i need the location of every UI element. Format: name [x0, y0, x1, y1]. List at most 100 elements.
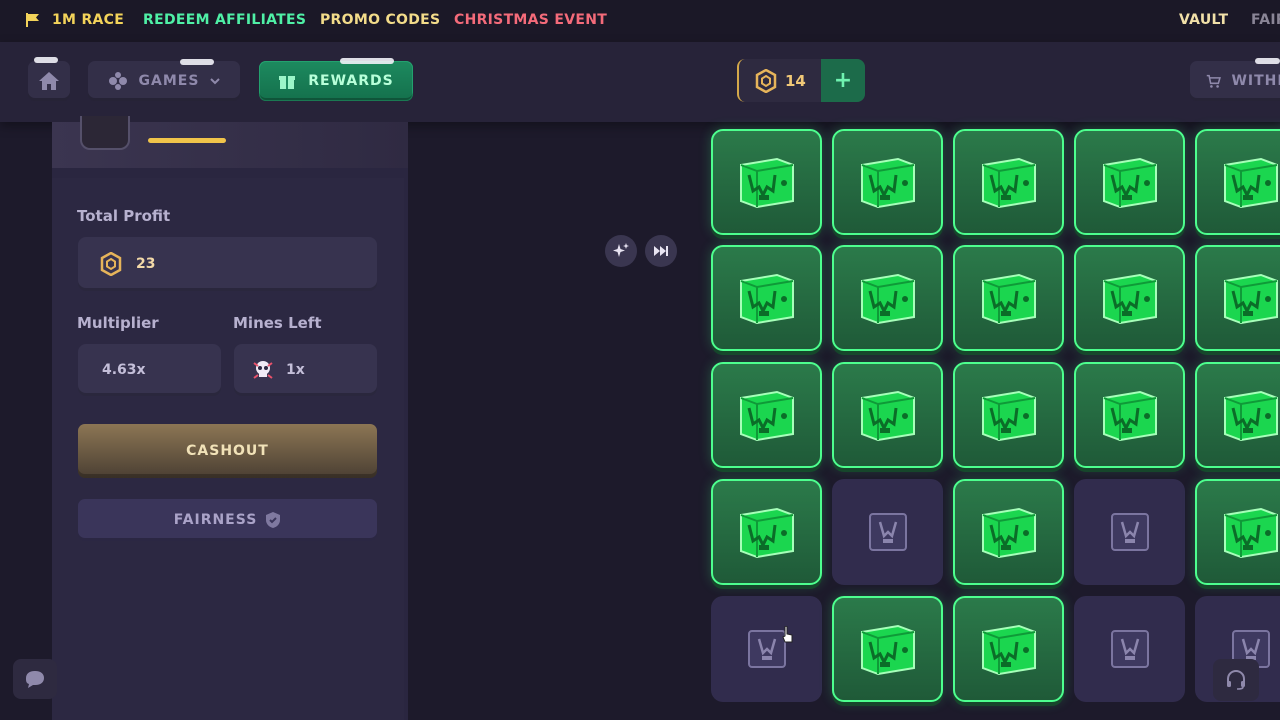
grid-tile-gem[interactable] — [953, 362, 1064, 468]
grid-tile-empty[interactable] — [711, 596, 822, 702]
gem-box-icon — [1223, 273, 1278, 325]
chat-icon — [26, 671, 44, 688]
gem-box-icon — [860, 273, 915, 325]
gem-box-icon — [860, 157, 915, 209]
gem-box-icon — [739, 390, 794, 442]
gamepad-icon — [108, 72, 127, 90]
grid-tile-gem[interactable] — [953, 596, 1064, 702]
christmas-event-link[interactable]: CHRISTMAS EVENT — [454, 12, 607, 28]
home-icon — [39, 72, 59, 90]
flag-icon — [26, 13, 39, 27]
rewards-button[interactable]: REWARDS — [259, 61, 413, 101]
grid-tile-gem[interactable] — [953, 479, 1064, 585]
balance-value: 14 — [785, 71, 806, 90]
grid-tile-gem[interactable] — [1195, 129, 1280, 235]
deposit-plus-button[interactable]: + — [821, 59, 865, 102]
skull-icon — [253, 361, 273, 379]
fair-link[interactable]: FAIR — [1251, 12, 1280, 28]
gem-box-icon — [981, 273, 1036, 325]
mouse-cursor — [782, 626, 793, 643]
grid-tile-gem[interactable] — [832, 362, 943, 468]
avatar — [80, 116, 130, 150]
gem-box-icon — [1223, 157, 1278, 209]
chevron-down-icon — [210, 78, 221, 85]
cashout-label: CASHOUT — [186, 443, 269, 459]
gem-box-icon — [739, 273, 794, 325]
grid-tile-gem[interactable] — [953, 245, 1064, 351]
fast-mode-button[interactable] — [645, 235, 677, 267]
grid-tile-gem[interactable] — [953, 129, 1064, 235]
vault-link[interactable]: VAULT — [1179, 12, 1228, 28]
gem-box-icon — [981, 624, 1036, 676]
animation-toggle-button[interactable] — [605, 235, 637, 267]
grid-tile-empty[interactable] — [1074, 596, 1185, 702]
promo-codes-link[interactable]: PROMO CODES — [320, 12, 440, 28]
gem-box-icon — [1102, 390, 1157, 442]
grid-tile-gem[interactable] — [711, 479, 822, 585]
grid-tile-gem[interactable] — [1195, 479, 1280, 585]
grid-tile-gem[interactable] — [711, 362, 822, 468]
gem-box-icon — [860, 390, 915, 442]
coin-icon — [755, 68, 777, 93]
empty-box-icon — [868, 513, 907, 551]
cart-icon — [1206, 74, 1221, 88]
gem-box-icon — [1102, 157, 1157, 209]
empty-box-icon — [1110, 513, 1149, 551]
balance-display: 14 + — [737, 59, 865, 102]
grid-tile-gem[interactable] — [832, 596, 943, 702]
total-profit-value: 23 — [136, 256, 156, 272]
plus-icon: + — [833, 68, 853, 93]
nav-bar: GAMES REWARDS WITHD — [0, 42, 1280, 122]
grid-tile-gem[interactable] — [711, 129, 822, 235]
coin-icon — [100, 252, 122, 276]
grid-tile-gem[interactable] — [1195, 245, 1280, 351]
gem-box-icon — [981, 390, 1036, 442]
support-button[interactable] — [1213, 659, 1259, 701]
race-link[interactable]: 1M RACE — [52, 12, 124, 28]
grid-tile-empty[interactable] — [1074, 479, 1185, 585]
mines-left-value: 1x — [286, 362, 305, 378]
grid-tile-gem[interactable] — [832, 245, 943, 351]
redeem-affiliates-link[interactable]: REDEEM AFFILIATES — [143, 12, 306, 28]
grid-tile-gem[interactable] — [1074, 245, 1185, 351]
gem-box-icon — [981, 157, 1036, 209]
panel-header — [52, 116, 408, 168]
total-profit-field: 23 — [78, 237, 377, 291]
cashout-button[interactable]: CASHOUT — [78, 424, 377, 478]
chat-button[interactable] — [13, 659, 57, 699]
headset-icon — [1227, 669, 1245, 690]
snow-decoration — [340, 58, 394, 64]
snow-decoration — [1255, 58, 1280, 64]
multiplier-label: Multiplier — [77, 314, 159, 332]
snow-decoration — [34, 57, 58, 63]
fairness-button[interactable]: FAIRNESS — [78, 499, 377, 541]
grid-tile-gem[interactable] — [1074, 129, 1185, 235]
level-progress-bar — [148, 138, 226, 143]
gem-box-icon — [860, 624, 915, 676]
mines-left-field: 1x — [234, 344, 377, 396]
rewards-label: REWARDS — [308, 73, 394, 89]
gem-box-icon — [1223, 507, 1278, 559]
gem-box-icon — [1223, 390, 1278, 442]
games-label: GAMES — [138, 73, 200, 89]
top-bar: 1M RACE REDEEM AFFILIATES PROMO CODES CH… — [0, 0, 1280, 42]
grid-tile-gem[interactable] — [1074, 362, 1185, 468]
games-dropdown[interactable]: GAMES — [88, 61, 240, 101]
withdraw-button[interactable]: WITHD — [1190, 61, 1280, 101]
total-profit-label: Total Profit — [77, 207, 171, 225]
grid-tile-gem[interactable] — [711, 245, 822, 351]
sparkle-icon — [613, 243, 629, 257]
grid-tile-gem[interactable] — [832, 129, 943, 235]
home-button[interactable] — [28, 61, 70, 101]
grid-tile-empty[interactable] — [832, 479, 943, 585]
gem-box-icon — [981, 507, 1036, 559]
shield-icon — [266, 512, 281, 528]
multiplier-field: 4.63x — [78, 344, 221, 396]
skip-icon — [654, 246, 668, 256]
grid-tile-gem[interactable] — [1195, 362, 1280, 468]
gift-icon — [279, 76, 296, 89]
gem-box-icon — [739, 507, 794, 559]
fairness-label: FAIRNESS — [173, 512, 258, 528]
gem-box-icon — [1102, 273, 1157, 325]
empty-box-icon — [1110, 630, 1149, 668]
